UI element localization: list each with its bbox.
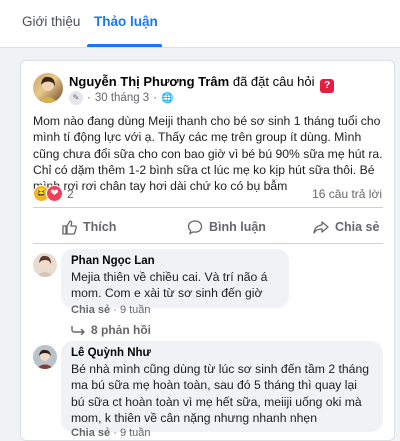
like-button[interactable]: Thích xyxy=(61,219,116,235)
reply-arrow-icon xyxy=(71,326,85,335)
meta-separator: · xyxy=(153,92,158,104)
post-meta: ✎ · 30 tháng 3 · 🌐 xyxy=(69,91,174,105)
author-avatar[interactable] xyxy=(33,73,63,103)
comment-bubble: Phan Ngọc Lan Mejia thiên về chiều cai. … xyxy=(61,249,289,308)
commenter-avatar[interactable] xyxy=(33,253,57,277)
replies-count: 8 phản hồi xyxy=(91,323,151,337)
commenter-name[interactable]: Phan Ngọc Lan xyxy=(71,255,279,267)
group-tabs: Giới thiệu Thảo luận xyxy=(0,0,400,48)
divider xyxy=(33,207,383,208)
reaction-count: 2 xyxy=(67,186,74,201)
meta-separator: · xyxy=(113,304,120,316)
comment-text: Mejia thiên về chiều cai. Và trí não á m… xyxy=(71,270,268,301)
share-icon xyxy=(313,221,329,234)
commenter-name[interactable]: Lê Quỳnh Như xyxy=(71,347,373,359)
divider xyxy=(33,243,383,244)
comment-label: Bình luận xyxy=(209,220,266,234)
author-name[interactable]: Nguyễn Thị Phương Trâm xyxy=(69,74,229,89)
tab-discussion[interactable]: Thảo luận xyxy=(94,14,158,29)
comment-share-link[interactable]: Chia sẻ xyxy=(71,304,110,316)
post-body: Mom nào đang dùng Meiji thanh cho bé sơ … xyxy=(33,114,383,194)
meta-separator: · xyxy=(113,427,120,439)
comment-time[interactable]: 9 tuần xyxy=(120,304,151,316)
comment-text: Bé nhà mình cũng dùng từ lúc sơ sinh đến… xyxy=(71,362,370,425)
like-label: Thích xyxy=(83,220,117,234)
comment-icon xyxy=(187,220,203,235)
active-tab-indicator xyxy=(87,44,162,47)
answer-count[interactable]: 16 câu trả lời xyxy=(312,187,382,201)
love-reaction-icon: ❤ xyxy=(46,185,63,202)
tab-about[interactable]: Giới thiệu xyxy=(22,14,80,29)
reaction-summary[interactable]: 😆 ❤ 2 xyxy=(33,185,74,202)
share-button[interactable]: Chia sẻ xyxy=(313,219,379,235)
post-action-text: đã đặt câu hỏi xyxy=(229,74,315,89)
pencil-icon: ✎ xyxy=(69,91,83,105)
comment-meta: Chia sẻ · 9 tuần xyxy=(71,427,151,439)
comment-time[interactable]: 9 tuần xyxy=(120,427,151,439)
comment-meta: Chia sẻ · 9 tuần xyxy=(71,304,151,316)
question-icon: ? xyxy=(320,79,335,93)
view-replies-button[interactable]: 8 phản hồi xyxy=(71,323,151,337)
question-post: Nguyễn Thị Phương Trâm đã đặt câu hỏi ? … xyxy=(20,60,395,441)
share-label: Chia sẻ xyxy=(335,220,380,234)
post-date[interactable]: 30 tháng 3 xyxy=(95,92,149,104)
thumbs-up-icon xyxy=(62,220,77,235)
globe-icon: 🌐 xyxy=(161,92,174,104)
comment-bubble: Lê Quỳnh Như Bé nhà mình cũng dùng từ lú… xyxy=(61,341,383,433)
commenter-avatar[interactable] xyxy=(33,345,57,369)
meta-separator: · xyxy=(87,92,91,104)
comment-button[interactable]: Bình luận xyxy=(187,219,266,235)
comment-share-link[interactable]: Chia sẻ xyxy=(71,427,110,439)
